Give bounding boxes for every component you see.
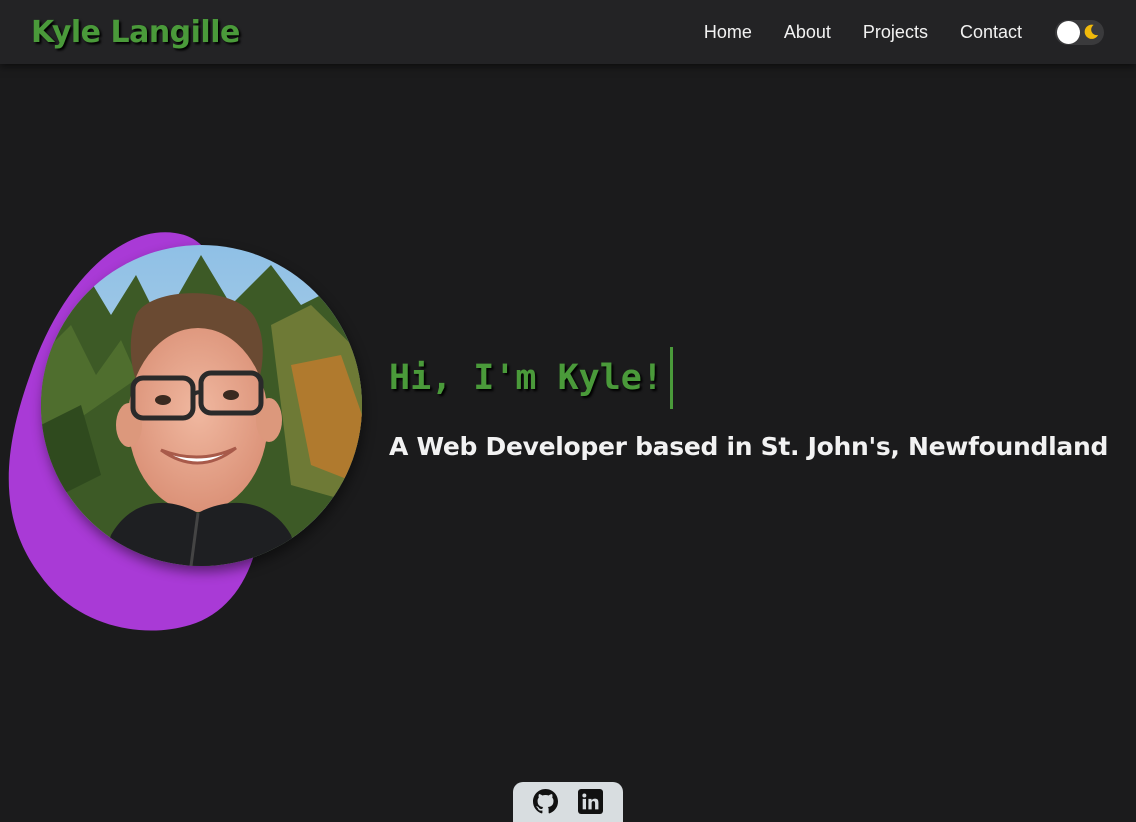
hero-text: Hi, I'm Kyle! A Web Developer based in S… (389, 346, 1108, 461)
moon-icon (1084, 24, 1099, 39)
brand-logo[interactable]: Kyle Langille (31, 15, 240, 50)
linkedin-link[interactable] (578, 789, 603, 814)
typing-cursor (669, 347, 673, 409)
github-icon (533, 789, 558, 814)
nav-menu: Home About Projects Contact (704, 19, 1104, 45)
profile-photo (41, 245, 362, 566)
theme-toggle[interactable] (1055, 19, 1104, 45)
linkedin-icon (578, 789, 603, 814)
github-link[interactable] (533, 789, 558, 814)
nav-link-about[interactable]: About (784, 22, 831, 43)
social-links-tab (513, 782, 623, 822)
portrait-image (41, 245, 362, 566)
nav-link-projects[interactable]: Projects (863, 22, 928, 43)
navbar: Kyle Langille Home About Projects Contac… (0, 0, 1136, 64)
hero-subtitle: A Web Developer based in St. John's, New… (389, 432, 1109, 461)
nav-link-home[interactable]: Home (704, 22, 752, 43)
toggle-knob (1057, 20, 1080, 44)
hero-greeting: Hi, I'm Kyle! (389, 358, 663, 398)
nav-link-contact[interactable]: Contact (960, 22, 1022, 43)
greeting-line: Hi, I'm Kyle! (389, 346, 1108, 410)
